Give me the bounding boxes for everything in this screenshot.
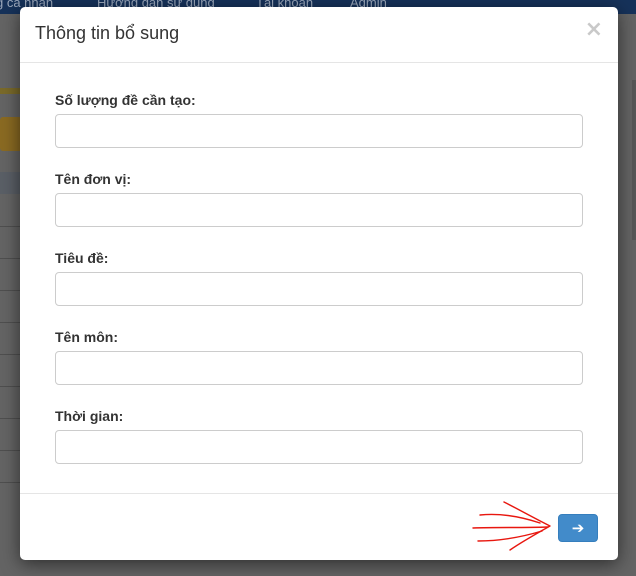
modal-header: Thông tin bổ sung ×	[20, 7, 618, 63]
red-annotation-arrow-icon	[472, 501, 551, 551]
quantity-label: Số lượng đề cần tạo:	[55, 92, 196, 108]
quantity-input[interactable]	[55, 114, 583, 148]
submit-button[interactable]: ➔	[558, 514, 598, 542]
subject-label: Tên môn:	[55, 329, 118, 345]
modal-body: Số lượng đề cần tạo: Tên đơn vị: Tiêu đề…	[20, 63, 618, 493]
background-strip	[0, 88, 22, 94]
time-input[interactable]	[55, 430, 583, 464]
unit-name-label: Tên đơn vị:	[55, 171, 132, 187]
background-table-line	[0, 226, 22, 227]
background-table-line	[0, 354, 22, 355]
arrow-right-icon: ➔	[571, 519, 585, 537]
form-group-title: Tiêu đề:	[55, 248, 583, 306]
title-input[interactable]	[55, 272, 583, 306]
background-button	[0, 117, 22, 151]
background-table-line	[0, 386, 22, 387]
subject-input[interactable]	[55, 351, 583, 385]
unit-name-input[interactable]	[55, 193, 583, 227]
form-group-time: Thời gian:	[55, 406, 583, 464]
additional-info-modal: Thông tin bổ sung × Số lượng đề cần tạo:…	[20, 7, 618, 560]
time-label: Thời gian:	[55, 408, 124, 424]
background-scrollbar	[632, 80, 636, 240]
background-table-line	[0, 322, 22, 323]
background-table-header	[0, 172, 22, 194]
form-group-quantity: Số lượng đề cần tạo:	[55, 90, 583, 148]
form-group-subject: Tên môn:	[55, 327, 583, 385]
title-label: Tiêu đề:	[55, 250, 109, 266]
close-button[interactable]: ×	[585, 19, 603, 41]
form-group-unit: Tên đơn vị:	[55, 169, 583, 227]
background-table-line	[0, 290, 22, 291]
background-table-line	[0, 482, 22, 483]
background-table-line	[0, 450, 22, 451]
background-table-line	[0, 258, 22, 259]
background-table-line	[0, 418, 22, 419]
modal-title: Thông tin bổ sung	[35, 23, 180, 43]
